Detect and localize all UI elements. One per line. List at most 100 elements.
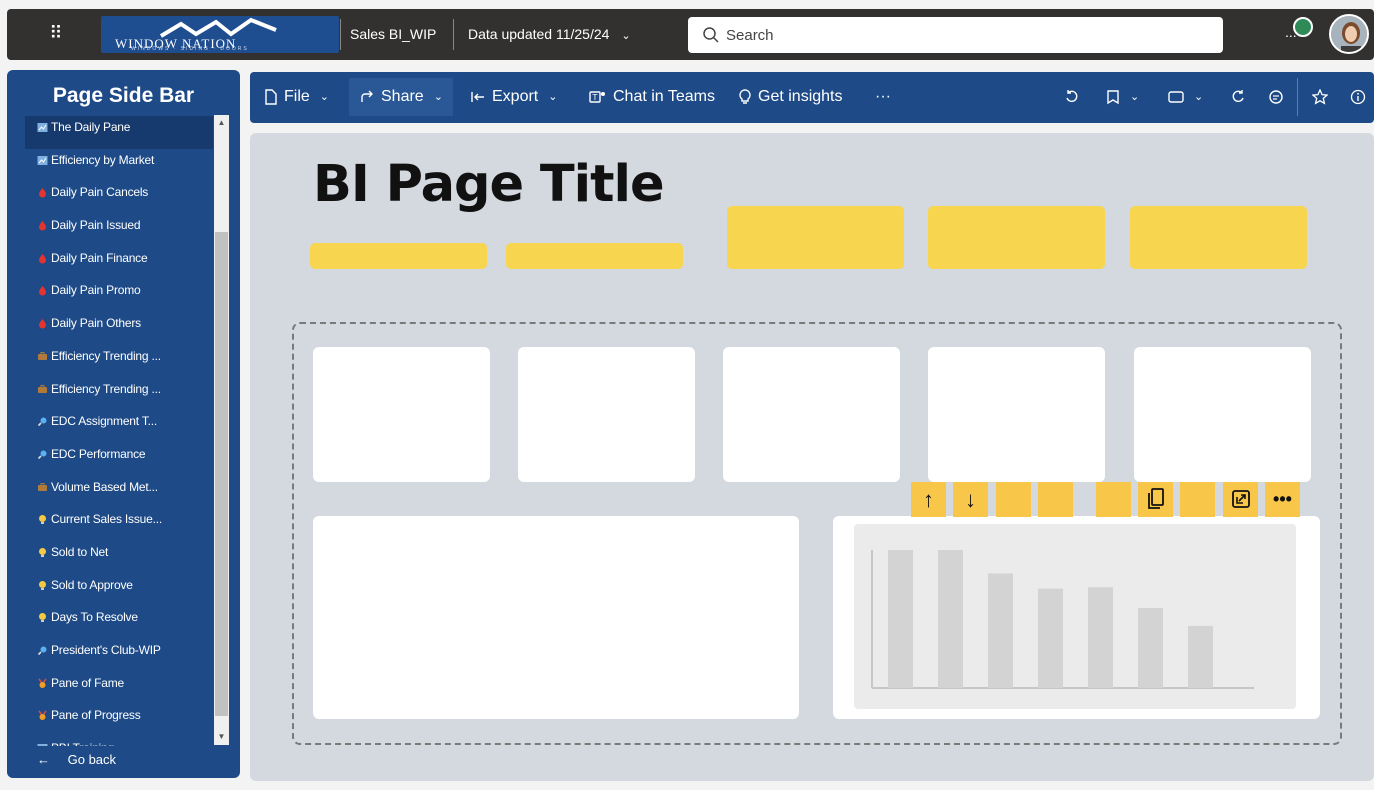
bar-mark[interactable] bbox=[938, 550, 963, 688]
sidebar-page-item[interactable]: President's Club-WIP bbox=[25, 639, 213, 672]
sidebar-page-label: Volume Based Met... bbox=[51, 479, 158, 494]
info-icon[interactable] bbox=[1350, 78, 1366, 116]
get-insights-button[interactable]: Get insights bbox=[738, 78, 842, 116]
sidebar-page-item[interactable]: Days To Resolve bbox=[25, 606, 213, 639]
scroll-thumb[interactable] bbox=[215, 232, 228, 716]
bar-chart bbox=[871, 550, 1254, 689]
chat-in-teams-button[interactable]: T Chat in Teams bbox=[589, 78, 715, 116]
filter-slicer-placeholder[interactable] bbox=[310, 243, 487, 269]
visual-card[interactable] bbox=[1134, 347, 1311, 482]
toolbar-slot[interactable] bbox=[1038, 482, 1073, 517]
more-commands-button[interactable]: ··· bbox=[875, 78, 891, 116]
file-menu-button[interactable]: File ⌄ bbox=[264, 78, 329, 116]
sidebar-page-label: EDC Assignment T... bbox=[51, 414, 158, 429]
drill-up-icon[interactable]: ↑ bbox=[911, 482, 946, 517]
sidebar-page-item[interactable]: Sold to Net bbox=[25, 541, 213, 574]
bar-mark[interactable] bbox=[888, 550, 913, 688]
company-logo[interactable]: WINDOW NATION WINDOWS · SIDING · DOORS bbox=[101, 16, 339, 53]
go-back-button[interactable]: ← Go back bbox=[37, 752, 116, 767]
sidebar-page-item[interactable]: Daily Pain Others bbox=[25, 312, 213, 345]
briefcase-icon bbox=[38, 384, 47, 393]
lightbulb-icon bbox=[739, 89, 751, 104]
favorite-star-icon[interactable] bbox=[1312, 78, 1328, 116]
refresh-icon[interactable] bbox=[1230, 78, 1246, 116]
visual-card[interactable] bbox=[518, 347, 695, 482]
share-label: Share bbox=[381, 88, 424, 105]
chevron-down-icon: ⌄ bbox=[548, 91, 558, 103]
view-button[interactable]: ⌄ bbox=[1168, 78, 1203, 116]
chart-plot-area bbox=[854, 524, 1296, 709]
scroll-down-icon[interactable]: ▼ bbox=[214, 729, 229, 745]
header-divider bbox=[340, 19, 341, 50]
presence-status-icon bbox=[1293, 17, 1313, 37]
kpi-card-placeholder[interactable] bbox=[1130, 206, 1307, 269]
sidebar-scrollbar[interactable]: ▲ ▼ bbox=[214, 115, 229, 745]
sidebar-page-item[interactable]: Daily Pain Cancels bbox=[25, 181, 213, 214]
bar-mark[interactable] bbox=[1088, 587, 1113, 688]
comment-icon[interactable] bbox=[1268, 78, 1284, 116]
more-options-icon[interactable]: ••• bbox=[1265, 482, 1300, 517]
sidebar-page-item[interactable]: Daily Pain Finance bbox=[25, 247, 213, 280]
search-input[interactable] bbox=[726, 17, 1206, 53]
page-nav-list: The Daily Pane Efficiency by Market Daily … bbox=[25, 116, 213, 746]
toolbar-slot[interactable] bbox=[1096, 482, 1131, 517]
app-launcher-icon[interactable]: ⠿ bbox=[45, 23, 67, 45]
go-back-label: Go back bbox=[67, 752, 117, 767]
sidebar-page-item[interactable]: PBI Training bbox=[25, 737, 213, 746]
sidebar-page-item[interactable]: EDC Assignment T... bbox=[25, 410, 213, 443]
report-name[interactable]: Sales BI_WIP bbox=[350, 24, 436, 44]
sidebar-page-item[interactable]: Sold to Approve bbox=[25, 574, 213, 607]
bar-mark[interactable] bbox=[988, 573, 1013, 688]
data-updated-label: Data updated 11/25/24 bbox=[468, 26, 610, 42]
drop-icon bbox=[39, 286, 46, 296]
large-visual-card[interactable] bbox=[313, 516, 799, 719]
bookmark-button[interactable]: ⌄ bbox=[1106, 78, 1139, 116]
sidebar-page-label: Efficiency Trending ... bbox=[51, 348, 161, 363]
sidebar-page-item[interactable]: Volume Based Met... bbox=[25, 476, 213, 509]
visual-card[interactable] bbox=[723, 347, 900, 482]
copy-visual-icon[interactable] bbox=[1138, 482, 1173, 517]
filter-slicer-placeholder[interactable] bbox=[506, 243, 683, 269]
export-icon bbox=[471, 92, 484, 102]
focus-mode-icon[interactable] bbox=[1223, 482, 1258, 517]
bulb-icon bbox=[39, 515, 46, 525]
export-menu-button[interactable]: Export ⌄ bbox=[470, 78, 557, 116]
sidebar-page-item[interactable]: Daily Pain Issued bbox=[25, 214, 213, 247]
sidebar-page-item[interactable]: Pane of Fame bbox=[25, 672, 213, 705]
bulb-icon bbox=[39, 613, 46, 623]
sidebar-page-label: Daily Pain Promo bbox=[51, 283, 141, 298]
ribbon-divider bbox=[1297, 78, 1298, 116]
sidebar-page-item[interactable]: Efficiency by Market bbox=[25, 149, 213, 182]
reset-icon[interactable] bbox=[1064, 78, 1080, 116]
sidebar-page-item[interactable]: Efficiency Trending ... bbox=[25, 345, 213, 378]
page-sidebar: Page Side Bar The Daily Pane Efficiency b… bbox=[7, 70, 240, 778]
visual-card[interactable] bbox=[313, 347, 490, 482]
toolbar-slot[interactable] bbox=[1180, 482, 1215, 517]
chevron-down-icon: ⌄ bbox=[319, 91, 329, 103]
bar-mark[interactable] bbox=[1038, 588, 1063, 688]
bar-mark[interactable] bbox=[1138, 607, 1163, 688]
bar-mark[interactable] bbox=[1188, 625, 1213, 688]
sidebar-page-item[interactable]: The Daily Pane bbox=[25, 116, 213, 149]
search-box[interactable] bbox=[688, 17, 1223, 53]
sidebar-page-item[interactable]: Current Sales Issue... bbox=[25, 508, 213, 541]
scroll-up-icon[interactable]: ▲ bbox=[214, 115, 229, 131]
sidebar-page-label: EDC Performance bbox=[51, 446, 146, 461]
more-icon: ··· bbox=[875, 88, 891, 105]
medal-icon bbox=[38, 710, 47, 721]
sidebar-page-item[interactable]: Daily Pain Promo bbox=[25, 279, 213, 312]
visual-card[interactable] bbox=[928, 347, 1105, 482]
sidebar-page-item[interactable]: Pane of Progress bbox=[25, 704, 213, 737]
share-menu-button[interactable]: Share ⌄ bbox=[349, 78, 453, 116]
kpi-card-placeholder[interactable] bbox=[928, 206, 1105, 269]
sidebar-page-label: Sold to Approve bbox=[51, 577, 133, 592]
drill-down-icon[interactable]: ↓ bbox=[953, 482, 988, 517]
kpi-card-placeholder[interactable] bbox=[727, 206, 904, 269]
sidebar-page-item[interactable]: Efficiency Trending ... bbox=[25, 378, 213, 411]
chevron-down-icon: ⌄ bbox=[1130, 91, 1140, 103]
toolbar-slot[interactable] bbox=[996, 482, 1031, 517]
magnifier-icon bbox=[37, 417, 47, 427]
data-updated-dropdown[interactable]: Data updated 11/25/24 ⌄ bbox=[468, 24, 631, 46]
sidebar-page-item[interactable]: EDC Performance bbox=[25, 443, 213, 476]
user-avatar[interactable] bbox=[1329, 14, 1369, 54]
